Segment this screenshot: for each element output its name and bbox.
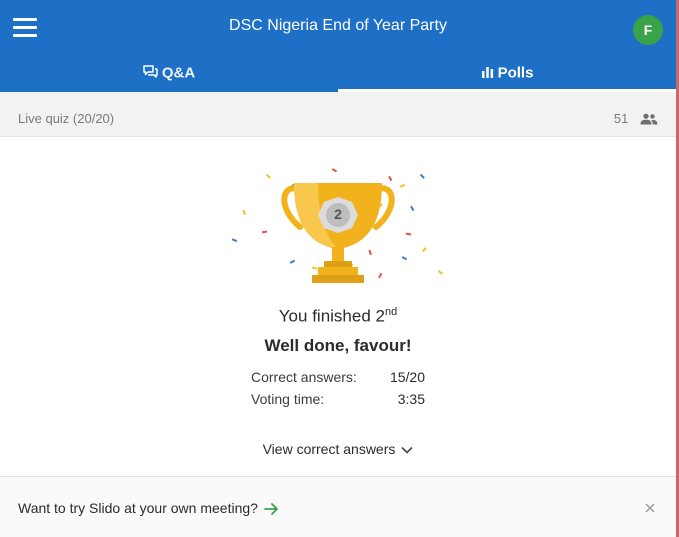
- stat-value: 3:35: [397, 391, 425, 407]
- participants-count-value: 51: [613, 111, 629, 127]
- chat-bubbles-icon: [143, 57, 158, 90]
- stat-row-voting-time: Voting time: 3:35: [251, 391, 426, 413]
- people-icon: [640, 113, 658, 125]
- trophy-illustration: 2: [228, 163, 448, 293]
- tab-polls[interactable]: Polls: [338, 56, 676, 92]
- participants-count: 51: [614, 110, 658, 126]
- finish-place-prefix: You finished 2: [278, 306, 385, 326]
- close-icon[interactable]: [643, 501, 657, 515]
- event-title: DSC Nigeria End of Year Party: [229, 17, 447, 34]
- finish-place-suffix: nd: [384, 306, 398, 318]
- congrats-message: Well done, favour!: [264, 336, 412, 355]
- quiz-status-bar: Live quiz (20/20) 51: [0, 92, 676, 137]
- finish-place-text: You finished 2nd: [0, 306, 676, 327]
- header-bar: DSC Nigeria End of Year Party F Q&A Poll…: [0, 0, 676, 92]
- stat-label: Voting time:: [251, 391, 325, 407]
- tab-qa[interactable]: Q&A: [0, 56, 338, 92]
- chevron-down-icon: [401, 447, 413, 454]
- tab-polls-label: Polls: [497, 64, 534, 82]
- quiz-status-label: Live quiz (20/20): [18, 111, 115, 126]
- app-window: DSC Nigeria End of Year Party F Q&A Poll…: [0, 0, 676, 537]
- quiz-stats: Correct answers: 15/20 Voting time: 3:35: [251, 369, 426, 413]
- tab-qa-label: Q&A: [161, 64, 196, 82]
- view-correct-answers-label: View correct answers: [262, 441, 396, 457]
- trophy-rank-number: 2: [334, 206, 342, 222]
- promo-banner: Want to try Slido at your own meeting?: [0, 476, 676, 537]
- stat-value: 15/20: [389, 369, 425, 385]
- avatar[interactable]: F: [633, 15, 663, 45]
- view-correct-answers-button[interactable]: View correct answers: [0, 441, 676, 457]
- bar-chart-icon: [481, 57, 494, 90]
- promo-text: Want to try Slido at your own meeting?: [18, 500, 258, 516]
- arrow-right-icon: [264, 503, 278, 516]
- promo-link[interactable]: Want to try Slido at your own meeting?: [18, 500, 279, 516]
- stat-row-correct-answers: Correct answers: 15/20: [251, 369, 426, 391]
- stat-label: Correct answers:: [251, 369, 357, 385]
